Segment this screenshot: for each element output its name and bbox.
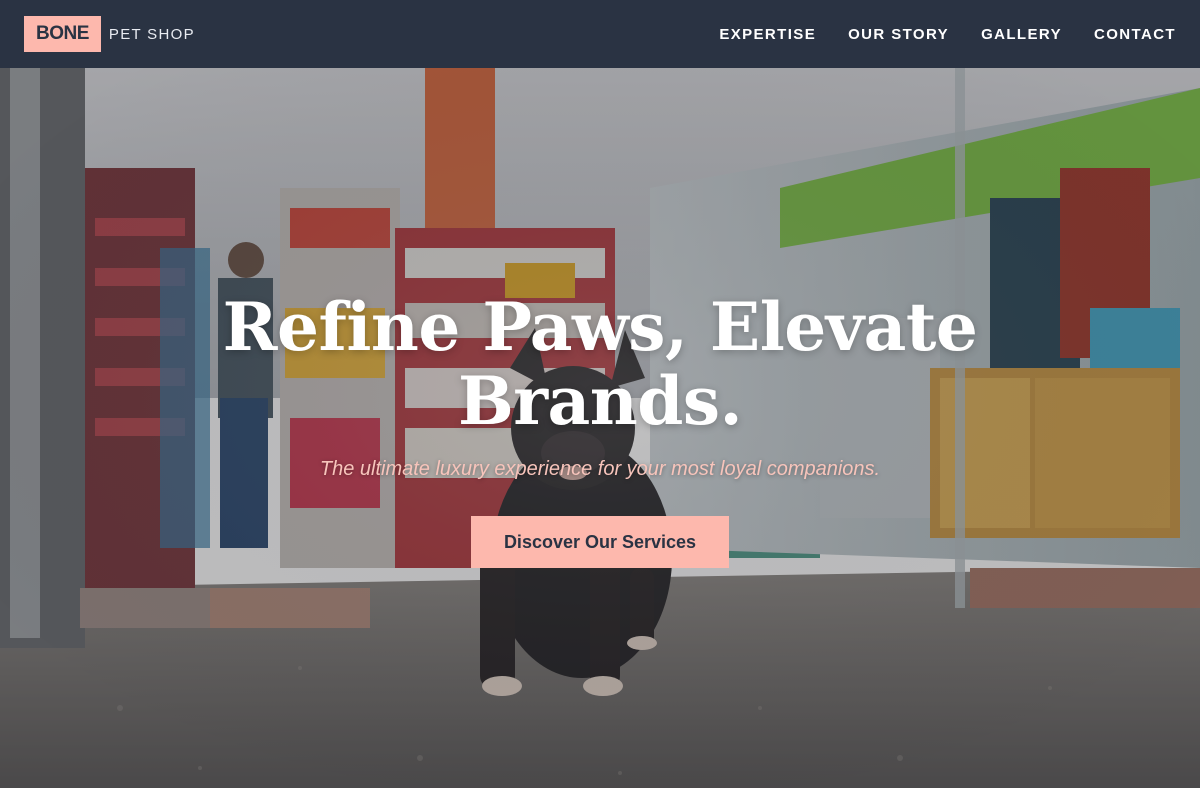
nav-link-our-story[interactable]: OUR STORY: [848, 26, 949, 43]
logo[interactable]: BONE PET SHOP: [24, 16, 195, 52]
site-header: BONE PET SHOP EXPERTISE OUR STORY GALLER…: [0, 0, 1200, 68]
hero-title: Refine Paws, Elevate Brands.: [200, 290, 1000, 438]
logo-subtitle: PET SHOP: [108, 25, 195, 43]
hero-title-line2: Brands.: [457, 362, 743, 440]
hero-subtitle: The ultimate luxury experience for your …: [319, 458, 881, 480]
hero-section: Refine Paws, Elevate Brands. The ultimat…: [0, 68, 1200, 788]
nav-link-contact[interactable]: CONTACT: [1094, 26, 1176, 43]
hero-content: Refine Paws, Elevate Brands. The ultimat…: [0, 68, 1200, 788]
nav-link-expertise[interactable]: EXPERTISE: [719, 26, 816, 43]
page-bottom-strip: [0, 788, 1200, 800]
nav-link-gallery[interactable]: GALLERY: [981, 26, 1062, 43]
main-nav: EXPERTISE OUR STORY GALLERY CONTACT: [687, 26, 1176, 43]
logo-mark: BONE: [24, 16, 101, 52]
discover-services-button[interactable]: Discover Our Services: [471, 516, 729, 568]
hero-title-line1: Refine Paws, Elevate: [222, 288, 978, 366]
